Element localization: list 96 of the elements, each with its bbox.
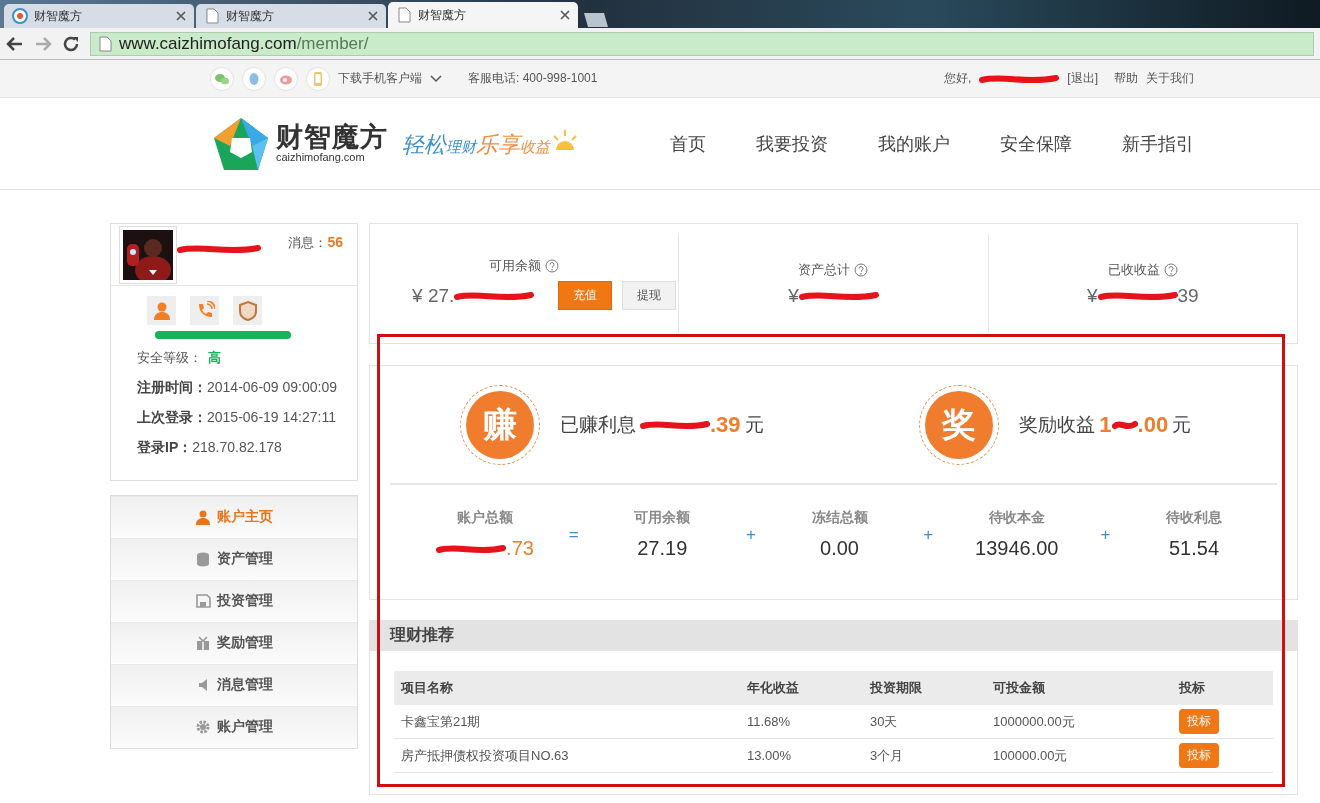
- top-link[interactable]: 关于我们: [1146, 70, 1194, 87]
- table-cell-text: 3个月: [870, 746, 905, 765]
- nav-link[interactable]: 安全保障: [1000, 131, 1072, 156]
- logout-link[interactable]: [退出]: [1067, 70, 1098, 87]
- operator-text: +: [923, 524, 934, 545]
- logo-icon: [212, 115, 270, 172]
- gift-icon: [195, 635, 211, 651]
- amount-text: .00: [1137, 411, 1169, 438]
- nav-link[interactable]: 我要投资: [756, 131, 828, 156]
- earnings-label: 奖励收益: [1019, 412, 1096, 437]
- amount-text: .39: [709, 411, 741, 438]
- sidebar-item[interactable]: 投资管理: [111, 580, 357, 622]
- profile-info-text: 注册时间：2014-06-09 09:00:09: [136, 378, 338, 397]
- sidebar-item[interactable]: 奖励管理: [111, 622, 357, 664]
- sidebar-item[interactable]: 消息管理: [111, 664, 357, 706]
- sun-icon: [550, 127, 580, 152]
- back-icon[interactable]: [6, 34, 24, 53]
- top-link[interactable]: 帮助: [1114, 70, 1138, 87]
- amount-label: 待收利息: [1166, 509, 1222, 527]
- logo-domain: caizhimofang.com: [276, 151, 366, 163]
- browser-tab[interactable]: 财智魔方: [4, 4, 194, 28]
- profile-info-text: 上次登录：2015-06-19 14:27:11: [136, 408, 337, 427]
- close-icon[interactable]: [368, 11, 378, 21]
- column-header: 年化收益: [747, 679, 800, 697]
- security-level-text: 安全等级： 高: [136, 349, 222, 367]
- page-icon: [396, 7, 412, 23]
- earnings-label: 已赚利息: [559, 412, 636, 437]
- column-header: 投标: [1179, 679, 1206, 697]
- save-icon: [195, 593, 211, 609]
- table-cell-text: 30天: [870, 712, 899, 731]
- amount-text: 39: [1177, 284, 1199, 307]
- amount-text: 0.00: [820, 537, 859, 560]
- help-icon[interactable]: [854, 262, 869, 277]
- amount-text: 13946.00: [975, 537, 1059, 560]
- table-cell-text: 11.68%: [747, 714, 792, 729]
- page-icon: [204, 8, 220, 24]
- section-title: 理财推荐: [370, 620, 1297, 651]
- amount-text: ¥: [1086, 284, 1098, 307]
- amount-text: ¥: [788, 284, 799, 307]
- table-cell-text: 13.00%: [747, 748, 793, 763]
- amount-label: 账户总额: [457, 509, 513, 527]
- nav-link[interactable]: 新手指引: [1122, 131, 1194, 156]
- profile-info-text: 登录IP：218.70.82.178: [136, 438, 283, 457]
- table-cell-text: 1000000.00元: [993, 712, 1076, 731]
- browser-tab[interactable]: 财智魔方: [388, 2, 578, 28]
- operator-text: +: [1100, 524, 1111, 545]
- url-text: www.caizhimofang.com/member/: [119, 33, 369, 54]
- help-icon[interactable]: [1163, 262, 1178, 277]
- download-link[interactable]: 下载手机客户端: [338, 70, 422, 87]
- unit-text: 元: [1172, 412, 1192, 437]
- table-cell-text: 房产抵押债权投资项目NO.63: [401, 746, 570, 765]
- amount-text: 27.19: [637, 537, 688, 560]
- reload-icon[interactable]: [62, 34, 80, 53]
- browser-tab[interactable]: 财智魔方: [196, 4, 386, 28]
- nav-link[interactable]: 我的账户: [878, 131, 950, 156]
- column-header: 项目名称: [401, 679, 454, 697]
- slogan-text: 理财: [446, 137, 476, 157]
- amount-text: .73: [506, 537, 534, 560]
- amount-text: 1: [1099, 411, 1112, 438]
- message-count[interactable]: 消息：56: [288, 234, 343, 252]
- person-icon: [151, 300, 172, 321]
- chevron-down-icon[interactable]: [430, 74, 442, 83]
- withdraw-button[interactable]: 提现: [622, 281, 677, 310]
- operator-text: =: [568, 524, 579, 545]
- summary-label: 已收收益: [1107, 260, 1160, 279]
- slogan-text: 轻松: [402, 130, 446, 159]
- amount-label: 冻结总额: [811, 509, 868, 527]
- greeting-text: 您好,: [944, 70, 972, 87]
- amount-text: 51.54: [1168, 537, 1220, 560]
- address-bar[interactable]: www.caizhimofang.com/member/: [90, 31, 1314, 56]
- table-cell-text: 卡鑫宝第21期: [401, 712, 482, 731]
- close-icon[interactable]: [176, 11, 186, 21]
- page-icon: [97, 35, 113, 52]
- amount-label: 可用余额: [634, 509, 691, 527]
- shield-icon: [237, 300, 258, 321]
- unit-text: 元: [744, 412, 764, 437]
- table-cell-text: 100000.00元: [993, 746, 1069, 765]
- sidebar-item[interactable]: 资产管理: [111, 538, 357, 580]
- logo-name: 财智魔方: [276, 124, 388, 151]
- column-header: 投资期限: [870, 679, 923, 697]
- settings-icon: [195, 719, 211, 735]
- summary-label: 资产总计: [798, 260, 851, 279]
- nav-link[interactable]: 首页: [670, 131, 706, 156]
- site-icon: [12, 8, 28, 24]
- forward-icon[interactable]: [34, 34, 52, 53]
- sidebar-item[interactable]: 账户管理: [111, 706, 357, 748]
- summary-label: 可用余额: [489, 257, 542, 275]
- amount-label: 待收本金: [988, 509, 1045, 527]
- hotline-text: 客服电话: 400-998-1001: [468, 70, 598, 87]
- amount-text: ¥ 27.: [412, 284, 455, 307]
- close-icon[interactable]: [560, 10, 570, 20]
- slogan-text: 收益: [520, 137, 550, 157]
- column-header: 可投金额: [993, 679, 1046, 697]
- help-icon[interactable]: [545, 259, 560, 273]
- operator-text: +: [745, 524, 756, 545]
- person-icon: [195, 509, 211, 525]
